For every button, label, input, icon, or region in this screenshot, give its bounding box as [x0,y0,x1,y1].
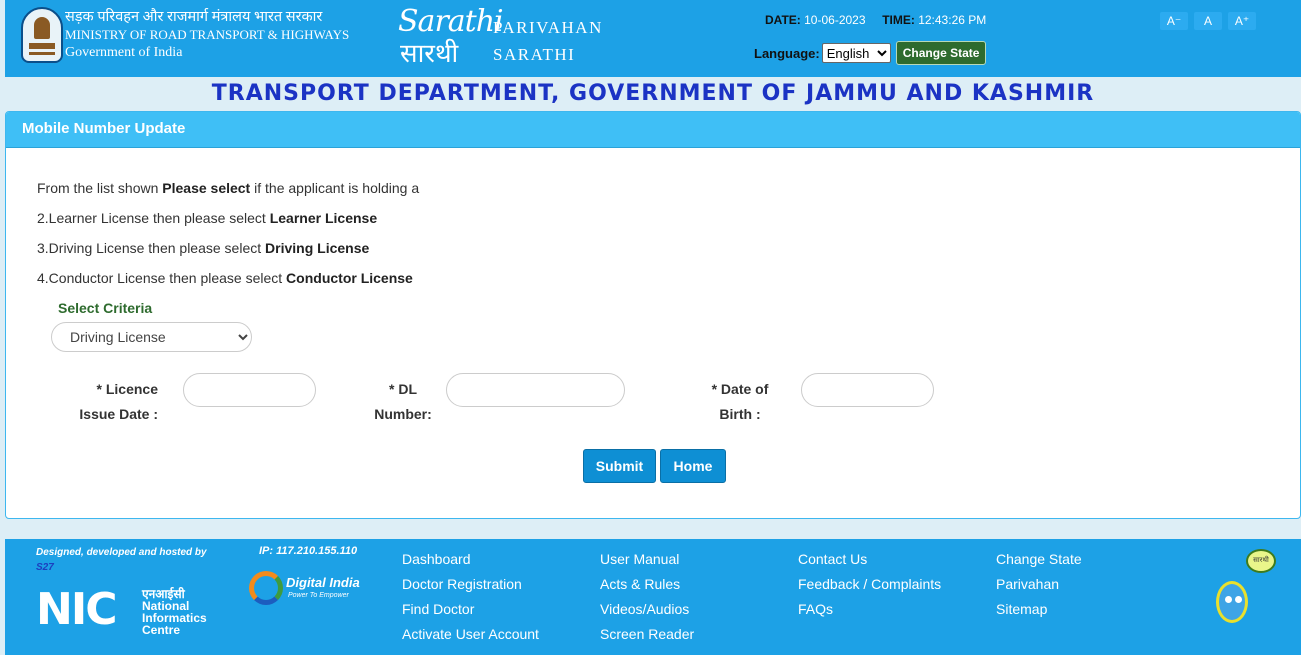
date-of-birth-label: * Date of Birth : [706,377,774,427]
sarathi-logo: Sarathi सारथी [398,4,504,70]
instruction-line-1: From the list shown Please select if the… [37,180,419,196]
date-label: DATE: [765,13,801,27]
footer-link-change-state[interactable]: Change State [996,547,1082,572]
home-button[interactable]: Home [660,449,726,483]
font-size-controls: A⁻ A A⁺ [1160,12,1256,30]
criteria-select[interactable]: Driving License [51,322,252,352]
brand-line-1: PARIVAHAN [493,18,603,37]
credit-text: Designed, developed and hosted by [36,547,207,558]
instruction-text: 4.Conductor License then please select [37,270,287,286]
credit-host[interactable]: S27 [36,560,207,575]
instruction-text: 2.Learner License then please select [37,210,270,226]
instruction-emphasis: Learner License [269,210,378,226]
brand-name: PARIVAHAN SARATHI [493,14,603,68]
date-time: DATE: 10-06-2023 TIME: 12:43:26 PM [765,13,986,27]
footer-link-user-manual[interactable]: User Manual [600,547,694,572]
language-select[interactable]: English [821,43,891,63]
footer-link-videos-audios[interactable]: Videos/Audios [600,597,694,622]
footer-links-col-2: User Manual Acts & Rules Videos/Audios S… [600,547,694,647]
instruction-emphasis: Please select [162,180,251,196]
nic-logo-mark: NIC [36,584,117,635]
label-line: Birth : [719,406,761,422]
footer-link-contact-us[interactable]: Contact Us [798,547,941,572]
footer-link-parivahan[interactable]: Parivahan [996,572,1082,597]
mascot-head [1216,581,1248,623]
label-line: Number: [374,406,432,422]
label-line: Issue Date : [79,406,158,422]
government-of-india: Government of India [65,45,183,60]
instruction-text: From the list shown [37,180,163,196]
footer-links-col-1: Dashboard Doctor Registration Find Docto… [402,547,539,647]
instruction-text: 3.Driving License then please select [37,240,266,256]
ministry-block: सड़क परिवहन और राजमार्ग मंत्रालय भारत सर… [65,8,349,62]
font-decrease-button[interactable]: A⁻ [1160,12,1188,30]
footer-links-col-4: Change State Parivahan Sitemap [996,547,1082,622]
mascot-speech-bubble: सारथी [1246,549,1276,573]
brand-line-2: SARATHI [493,45,576,64]
footer-link-dashboard[interactable]: Dashboard [402,547,539,572]
site-header: सड़क परिवहन और राजमार्ग मंत्रालय भारत सर… [5,0,1301,77]
site-footer: Designed, developed and hosted by S27 IP… [5,539,1301,655]
time-label: TIME: [882,13,915,27]
national-emblem-icon [21,7,63,63]
nic-line: Centre [142,623,181,637]
licence-issue-date-input[interactable] [183,373,316,407]
digital-india-icon [249,571,283,605]
font-normal-button[interactable]: A [1194,12,1222,30]
select-criteria-label: Select Criteria [58,300,153,316]
sarathi-logo-hindi: सारथी [400,39,459,69]
footer-link-feedback[interactable]: Feedback / Complaints [798,572,941,597]
panel-title: Mobile Number Update [6,112,1300,148]
instruction-line-2: 2.Learner License then please select Lea… [37,210,377,226]
digital-india-logo: Digital India Power To Empower [249,571,369,611]
nic-logo-text: एनआईसी National Informatics Centre [142,588,207,636]
date-of-birth-input[interactable] [801,373,934,407]
footer-link-sitemap[interactable]: Sitemap [996,597,1082,622]
department-title-bar: TRANSPORT DEPARTMENT, GOVERNMENT OF JAMM… [5,77,1301,109]
language-label: Language: [754,45,820,61]
footer-link-acts-rules[interactable]: Acts & Rules [600,572,694,597]
instruction-text: if the applicant is holding a [250,180,420,196]
font-increase-button[interactable]: A⁺ [1228,12,1256,30]
footer-link-find-doctor[interactable]: Find Doctor [402,597,539,622]
licence-issue-date-label: * Licence Issue Date : [66,377,158,427]
mobile-update-panel: Mobile Number Update From the list shown… [5,111,1301,519]
footer-link-screen-reader[interactable]: Screen Reader [600,622,694,647]
instruction-emphasis: Driving License [265,240,370,256]
label-line: * Licence [96,381,158,397]
instruction-emphasis: Conductor License [286,270,413,286]
change-state-button[interactable]: Change State [895,41,987,65]
time-value: 12:43:26 PM [918,13,987,27]
footer-link-doctor-registration[interactable]: Doctor Registration [402,572,539,597]
submit-button[interactable]: Submit [583,449,656,483]
label-line: * Date of [711,381,769,397]
label-line: * DL [389,381,417,397]
dl-number-label: * DL Number: [371,377,435,427]
sarathi-mascot-icon[interactable]: सारथी [1212,549,1276,629]
instruction-line-3: 3.Driving License then please select Dri… [37,240,369,256]
digital-india-text: Digital India [286,575,360,590]
footer-link-faqs[interactable]: FAQs [798,597,941,622]
language-selector: Language: English Change State [754,41,987,65]
ministry-english: MINISTRY OF ROAD TRANSPORT & HIGHWAYS [65,27,350,42]
instruction-line-4: 4.Conductor License then please select C… [37,270,413,286]
date-value: 10-06-2023 [804,13,866,27]
digital-india-tagline: Power To Empower [288,592,349,599]
ip-address: IP: 117.210.155.110 [259,545,358,557]
footer-links-col-3: Contact Us Feedback / Complaints FAQs [798,547,941,622]
footer-link-activate-user-account[interactable]: Activate User Account [402,622,539,647]
dl-number-input[interactable] [446,373,625,407]
page-title: TRANSPORT DEPARTMENT, GOVERNMENT OF JAMM… [211,81,1095,106]
credit-block: Designed, developed and hosted by S27 [36,545,207,575]
ministry-hindi: सड़क परिवहन और राजमार्ग मंत्रालय भारत सर… [65,9,323,25]
